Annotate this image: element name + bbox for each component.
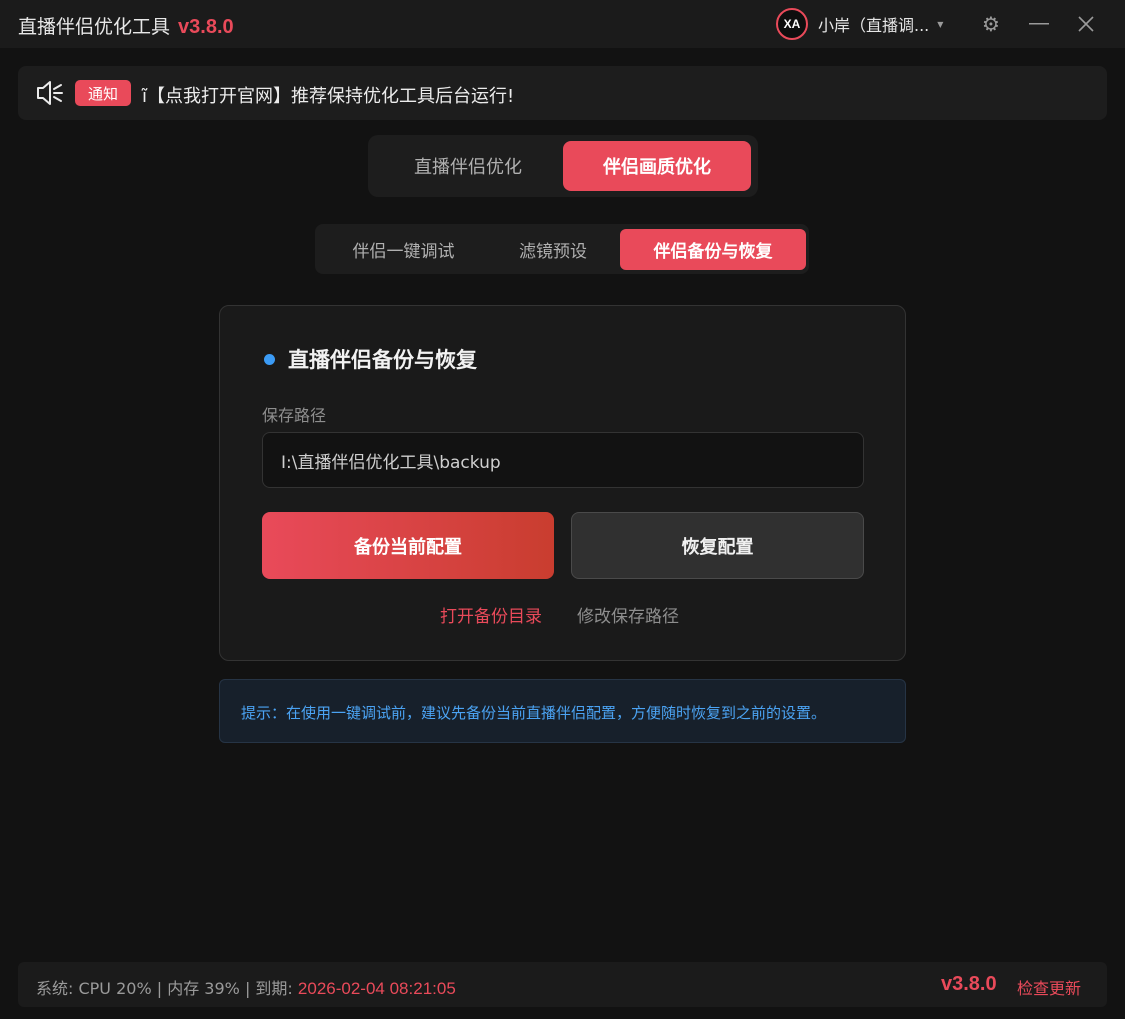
system-status: 系统: CPU 20% | 内存 39% | 到期: 2026-02-04 08… bbox=[36, 975, 456, 999]
username: 小岸（直播调... bbox=[818, 16, 930, 35]
subtab-filter-presets[interactable]: 滤镜预设 bbox=[486, 229, 620, 270]
open-backup-dir-link[interactable]: 打开备份目录 bbox=[440, 602, 542, 627]
minimize-icon[interactable] bbox=[1027, 11, 1051, 37]
restore-config-button[interactable]: 恢复配置 bbox=[571, 512, 864, 579]
settings-gear-icon[interactable]: ⚙ bbox=[979, 11, 1003, 37]
card-title: 直播伴侣备份与恢复 bbox=[288, 348, 477, 372]
app-version: v3.8.0 bbox=[178, 16, 234, 38]
sub-tabs: 伴侣一键调试 滤镜预设 伴侣备份与恢复 bbox=[315, 224, 809, 274]
modify-save-path-link[interactable]: 修改保存路径 bbox=[577, 602, 679, 627]
tip-text: 提示：在使用一键调试前，建议先备份当前直播伴侣配置，方便随时恢复到之前的设置。 bbox=[241, 704, 827, 722]
subtab-backup-restore[interactable]: 伴侣备份与恢复 bbox=[620, 229, 806, 270]
save-path-label: 保存路径 bbox=[262, 406, 327, 425]
system-usage-text: 系统: CPU 20% | 内存 39% | 到期: bbox=[36, 979, 298, 998]
backup-restore-card: 直播伴侣备份与恢复 保存路径 备份当前配置 恢复配置 打开备份目录 修改保存路径 bbox=[219, 305, 906, 661]
user-menu[interactable]: XA 小岸（直播调... ▼ bbox=[776, 8, 943, 40]
subtab-one-click-debug[interactable]: 伴侣一键调试 bbox=[321, 229, 486, 270]
avatar: XA bbox=[776, 8, 808, 40]
close-icon[interactable] bbox=[1074, 11, 1098, 37]
app-name: 直播伴侣优化工具 bbox=[18, 16, 171, 38]
app-title: 直播伴侣优化工具 v3.8.0 bbox=[18, 12, 234, 39]
status-bar: 系统: CPU 20% | 内存 39% | 到期: 2026-02-04 08… bbox=[18, 962, 1107, 1007]
dropdown-caret-icon: ▼ bbox=[937, 19, 944, 29]
tab-companion-quality-optimize[interactable]: 伴侣画质优化 bbox=[563, 141, 751, 191]
check-update-link[interactable]: 检查更新 bbox=[1017, 975, 1081, 999]
save-path-input[interactable] bbox=[262, 432, 864, 488]
notice-badge: 通知 bbox=[75, 80, 131, 106]
notice-text[interactable]: ĩ【点我打开官网】推荐保持优化工具后台运行! bbox=[142, 82, 514, 108]
main-tabs: 直播伴侣优化 伴侣画质优化 bbox=[368, 135, 758, 197]
tip-box: 提示：在使用一键调试前，建议先备份当前直播伴侣配置，方便随时恢复到之前的设置。 bbox=[219, 679, 906, 743]
expiry-date: 2026-02-04 08:21:05 bbox=[297, 979, 456, 998]
title-bar: 直播伴侣优化工具 v3.8.0 XA 小岸（直播调... ▼ ⚙ bbox=[0, 0, 1125, 48]
notice-bar[interactable]: 通知 ĩ【点我打开官网】推荐保持优化工具后台运行! bbox=[18, 66, 1107, 120]
section-dot-icon bbox=[264, 354, 275, 365]
speaker-icon bbox=[37, 81, 63, 105]
backup-config-button[interactable]: 备份当前配置 bbox=[262, 512, 554, 579]
tab-live-companion-optimize[interactable]: 直播伴侣优化 bbox=[374, 141, 562, 191]
status-version: v3.8.0 bbox=[941, 973, 997, 995]
